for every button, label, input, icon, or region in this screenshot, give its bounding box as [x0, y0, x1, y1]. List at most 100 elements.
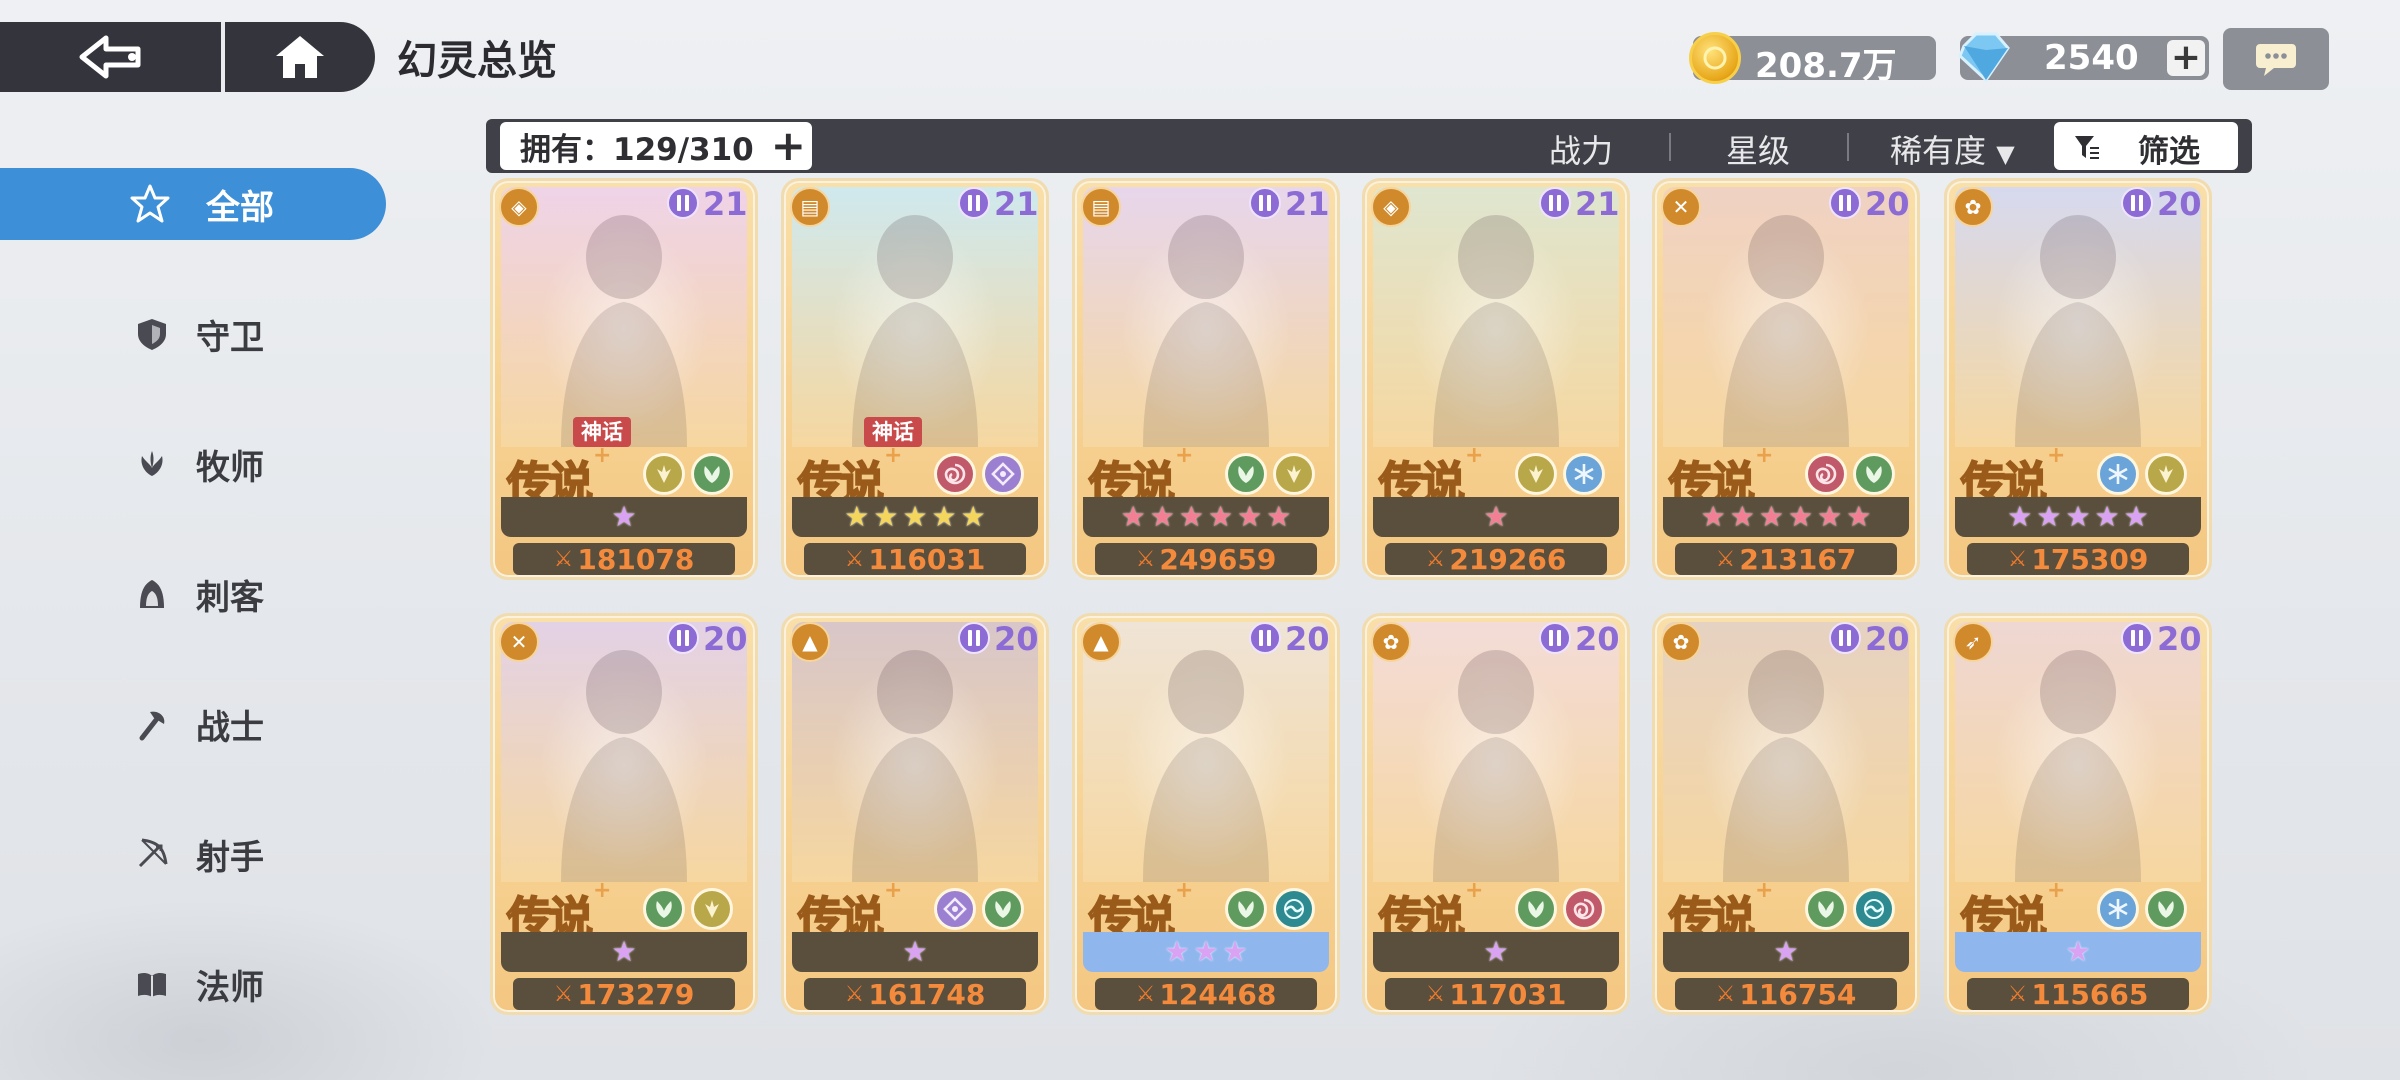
character-portrait: [1955, 622, 2201, 882]
owned-count-box[interactable]: 拥有：129/310 +: [500, 122, 812, 170]
swirl-element-icon: [1563, 888, 1605, 930]
combat-power: ⚔ 116031: [804, 543, 1026, 576]
sidebar-item-mage[interactable]: 法师: [0, 948, 390, 1020]
top-nav: 幻灵总览: [0, 22, 557, 92]
character-card[interactable]: ✕ 20 传说 + ★ ⚔ 173279: [490, 613, 758, 1015]
combat-power-value: 116754: [1739, 977, 1857, 1011]
sidebar-item-guard[interactable]: 守卫: [0, 298, 390, 370]
star-rating: ★: [501, 497, 747, 537]
sidebar-item-priest[interactable]: 牧师: [0, 428, 390, 500]
star-rating: ★ ★ ★: [1083, 932, 1329, 972]
sidebar-item-all[interactable]: 全部: [0, 168, 386, 240]
character-silhouette: [852, 215, 978, 447]
expand-plus-icon[interactable]: +: [771, 125, 806, 167]
ice-element-icon: [2097, 888, 2139, 930]
character-card[interactable]: ▲ 20 传说 + ★ ★ ★ ⚔ 124468: [1072, 613, 1340, 1015]
combat-power-value: 173279: [577, 977, 695, 1011]
crossed-swords-icon: ⚔: [844, 546, 865, 572]
character-card[interactable]: ▤ 21 神话 传说 + ★ ★ ★ ★ ★ ⚔ 116031: [781, 178, 1049, 580]
combat-power-value: 249659: [1159, 542, 1277, 576]
sidebar-item-label: 射手: [196, 837, 264, 878]
rarity-plus-icon: +: [1755, 443, 1774, 468]
character-card[interactable]: ▲ 20 传说 + ★ ⚔ 161748: [781, 613, 1049, 1015]
star-rating: ★ ★ ★ ★ ★ ★: [1083, 497, 1329, 537]
sidebar-item-label: 战士: [196, 707, 264, 748]
crossed-swords-icon: ⚔: [1715, 546, 1736, 572]
bow-icon: ➶: [1953, 622, 1993, 662]
star-icon: ★: [1178, 500, 1204, 533]
character-portrait: [792, 187, 1038, 447]
rarity-plus-icon: +: [1755, 878, 1774, 903]
character-portrait: [501, 187, 747, 447]
class-sidebar: 全部 守卫 牧师 刺客 战士 射手 法师: [0, 168, 390, 1078]
axe-icon: ✕: [1661, 187, 1701, 227]
lotus-icon: ✿: [1371, 622, 1411, 662]
rarity-plus-icon: +: [593, 443, 612, 468]
character-portrait: [1083, 187, 1329, 447]
character-level: 21: [703, 185, 748, 223]
awaken-rank-icon: [1249, 622, 1281, 654]
book-icon: ▤: [790, 187, 830, 227]
rarity-plus-icon: +: [884, 878, 903, 903]
hood-icon: [140, 580, 164, 608]
page-title: 幻灵总览: [397, 38, 557, 84]
combat-power: ⚔ 175309: [1967, 543, 2189, 576]
star-rating: ★: [1663, 932, 1909, 972]
leaf-element-icon: [691, 453, 733, 495]
combat-power: ⚔ 249659: [1095, 542, 1317, 576]
star-icon: ★: [1758, 500, 1784, 533]
filter-button[interactable]: 筛选: [2054, 122, 2238, 170]
character-card[interactable]: ➶ 20 传说 + ★ ⚔ 115665: [1944, 613, 2212, 1015]
star-icon: ★: [611, 935, 637, 968]
awaken-rank-icon: [1829, 187, 1861, 219]
add-gems-button[interactable]: +: [2167, 40, 2205, 76]
sort-star-button[interactable]: 星级: [1726, 126, 1790, 172]
character-card[interactable]: ✕ 20 传说 + ★ ★ ★ ★ ★ ★ ⚔ 213167: [1652, 178, 1920, 580]
star-icon: ★: [1237, 500, 1263, 533]
crossed-swords-icon: ⚔: [1715, 981, 1736, 1007]
star-icon: ★: [1120, 500, 1146, 533]
character-level: 21: [994, 185, 1039, 223]
sidebar-item-archer[interactable]: 射手: [0, 818, 390, 890]
character-card[interactable]: ✿ 20 传说 + ★ ⚔ 117031: [1362, 613, 1630, 1015]
character-level: 20: [2157, 620, 2202, 658]
ice-element-icon: [2097, 453, 2139, 495]
character-card[interactable]: ✿ 20 传说 + ★ ★ ★ ★ ★ ⚔ 175309: [1944, 178, 2212, 580]
sidebar-item-assassin[interactable]: 刺客: [0, 558, 390, 630]
sort-rarity-button[interactable]: 稀有度 ▼: [1890, 126, 2015, 172]
character-portrait: [792, 622, 1038, 882]
star-rating: ★: [1373, 497, 1619, 537]
sidebar-item-warrior[interactable]: 战士: [0, 688, 390, 760]
character-silhouette: [852, 650, 978, 882]
star-icon: ★: [2065, 935, 2091, 968]
character-silhouette: [1143, 650, 1269, 882]
rarity-plus-icon: +: [2047, 878, 2066, 903]
gold-amount: 208.7万: [1755, 46, 1897, 86]
water-element-icon: [1273, 888, 1315, 930]
character-card[interactable]: ▤ 21 传说 + ★ ★ ★ ★ ★ ★ ⚔ 249659: [1072, 178, 1340, 580]
wing-element-icon: [691, 888, 733, 930]
character-silhouette: [561, 215, 687, 447]
hood-icon: ▲: [790, 622, 830, 662]
sort-power-button[interactable]: 战力: [1549, 126, 1613, 172]
back-button[interactable]: [0, 22, 225, 92]
combat-power: ⚔ 115665: [1967, 978, 2189, 1011]
character-level: 20: [2157, 185, 2202, 223]
star-icon: ★: [2094, 500, 2120, 533]
star-icon: ★: [1266, 500, 1292, 533]
lotus-icon: ✿: [1661, 622, 1701, 662]
home-button[interactable]: [225, 22, 375, 92]
star-icon: ★: [1483, 935, 1509, 968]
character-card[interactable]: ◈ 21 传说 + ★ ⚔ 219266: [1362, 178, 1630, 580]
chat-button[interactable]: [2223, 28, 2329, 90]
awaken-rank-icon: [667, 187, 699, 219]
character-portrait: [1373, 187, 1619, 447]
star-icon: ★: [1773, 935, 1799, 968]
character-card[interactable]: ◈ 21 神话 传说 + ★ ⚔ 181078: [490, 178, 758, 580]
character-card[interactable]: ✿ 20 传说 + ★ ⚔ 116754: [1652, 613, 1920, 1015]
awaken-rank-icon: [2121, 622, 2153, 654]
leaf-element-icon: [643, 888, 685, 930]
shield-icon: ◈: [499, 187, 539, 227]
star-icon: ★: [873, 500, 899, 533]
character-silhouette: [561, 650, 687, 882]
